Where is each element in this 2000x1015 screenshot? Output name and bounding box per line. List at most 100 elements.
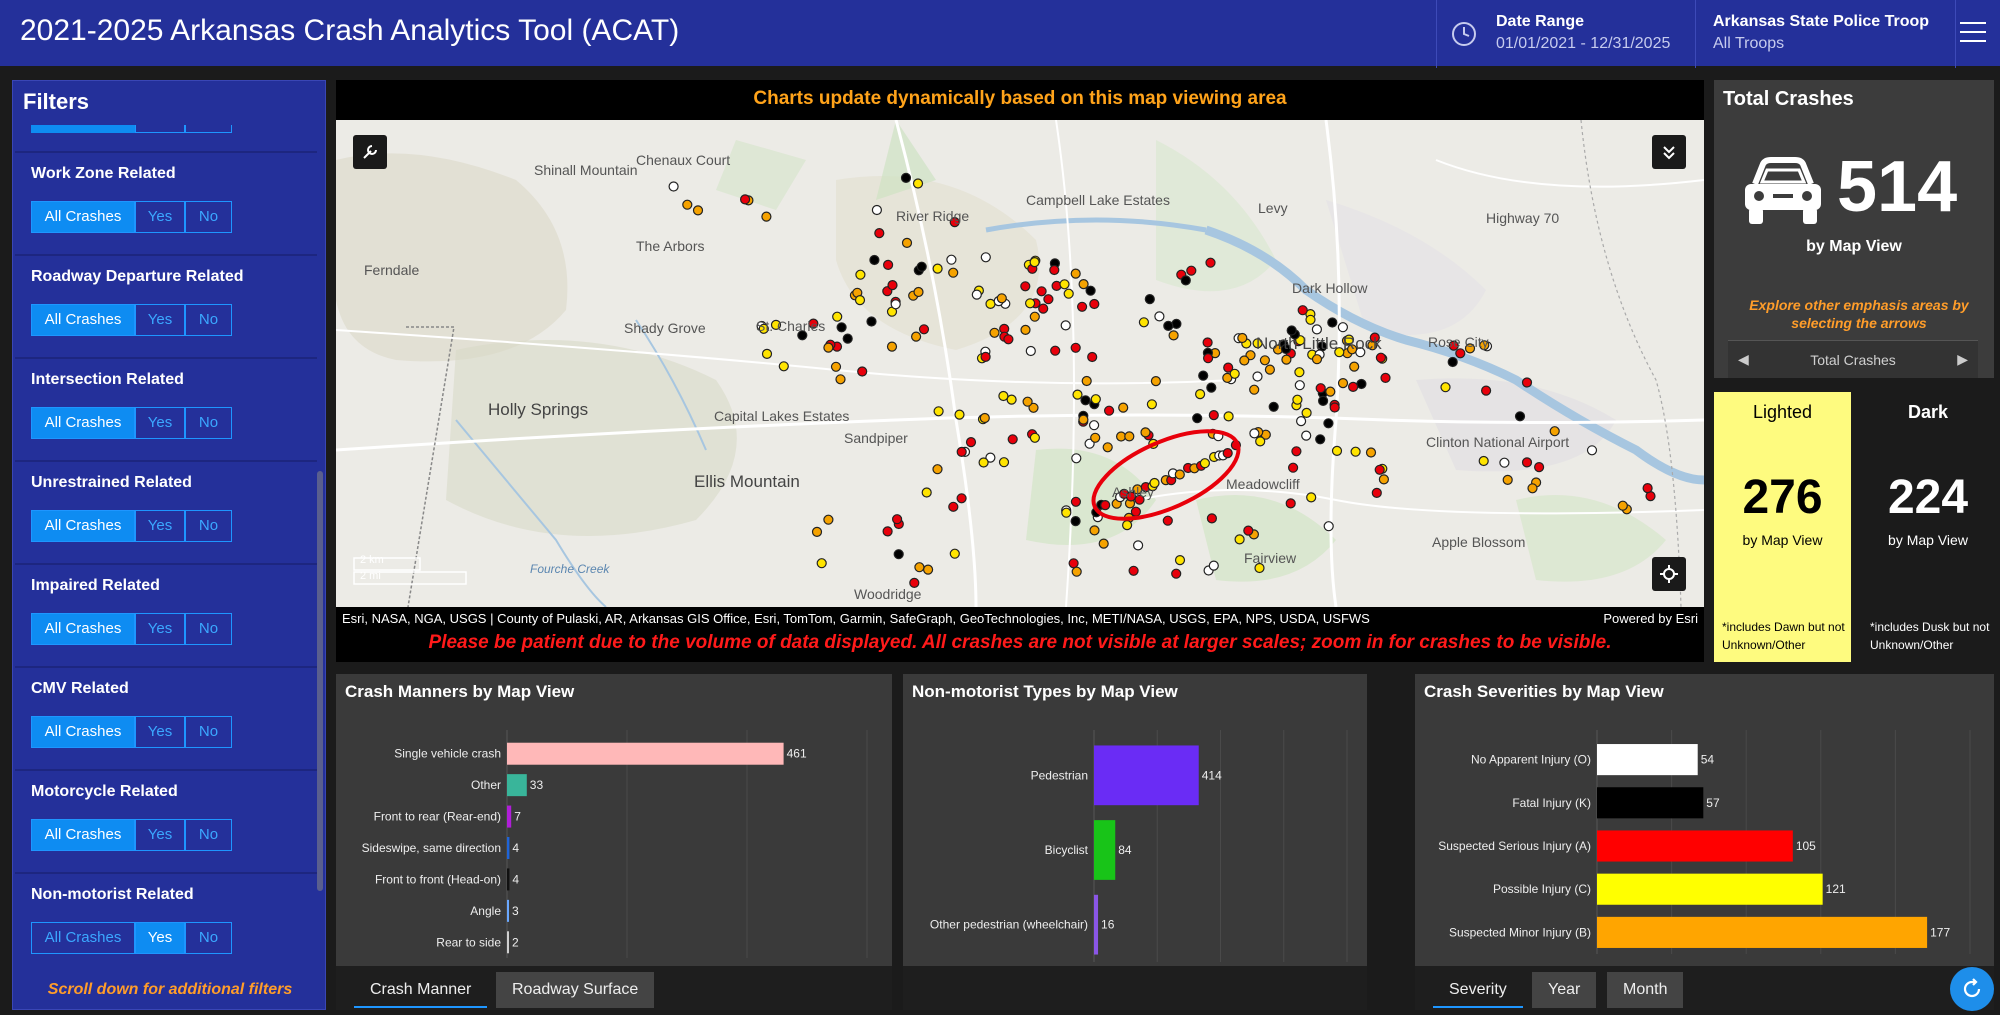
crash-point: [1301, 430, 1312, 441]
filter-option-all-crashes[interactable]: All Crashes: [31, 613, 135, 645]
troop-label: Arkansas State Police Troop: [1713, 13, 1930, 30]
filter-option-no[interactable]: No: [185, 922, 232, 954]
crash-point: [1317, 395, 1329, 406]
filter-option-yes[interactable]: Yes: [135, 922, 185, 954]
filter-option-yes[interactable]: Yes: [135, 407, 185, 439]
hamburger-menu-icon[interactable]: [1960, 22, 1986, 44]
filter-option-all-crashes[interactable]: All Crashes: [31, 922, 135, 954]
crash-point: [980, 351, 991, 362]
crash-point: [835, 374, 846, 385]
chart-tabbar: Severity Year Month: [1415, 966, 1994, 1010]
filter-option-all-crashes[interactable]: All Crashes: [31, 819, 135, 851]
value-label: 414: [1202, 768, 1222, 782]
filter-option-no[interactable]: No: [185, 407, 232, 439]
crash-point: [857, 366, 868, 377]
crash-point: [1374, 464, 1385, 475]
total-crashes-value: 514: [1837, 147, 1958, 227]
crash-point: [1202, 353, 1214, 364]
crash-point: [918, 324, 930, 335]
filter-option-no[interactable]: No: [185, 304, 232, 336]
crash-point: [1061, 507, 1072, 518]
total-crashes-title: Total Crashes: [1723, 88, 1854, 110]
map-panel: Charts update dynamically based on this …: [336, 80, 1704, 662]
map-tools-button[interactable]: [353, 135, 387, 169]
crash-point: [1222, 448, 1233, 459]
filter-option-no[interactable]: No: [185, 716, 232, 748]
value-label: 177: [1930, 925, 1950, 939]
category-label: Rear to side: [436, 935, 501, 949]
crash-point: [1068, 558, 1079, 569]
crash-point: [1249, 428, 1260, 439]
bar: [507, 868, 510, 891]
crash-map[interactable]: Shinall Mountain Chenaux Court River Rid…: [336, 120, 1704, 607]
tab-month[interactable]: Month: [1607, 972, 1684, 1008]
crash-point: [1315, 383, 1326, 394]
bar: [507, 742, 784, 765]
scroll-note: Scroll down for additional filters: [47, 981, 293, 998]
crash-point: [1174, 555, 1186, 566]
crash-point: [871, 204, 883, 216]
value-label: 54: [1701, 753, 1715, 767]
crash-point: [1350, 446, 1361, 457]
filter-option-yes[interactable]: Yes: [135, 510, 185, 542]
filter-option-all-crashes[interactable]: All Crashes: [31, 510, 135, 542]
refresh-button[interactable]: [1950, 967, 1994, 1011]
crash-point: [1186, 265, 1197, 276]
filter-segmented-control: All Crashes Yes No: [31, 613, 232, 645]
filter-option-no[interactable]: No: [185, 613, 232, 645]
crash-point: [1617, 500, 1628, 511]
filter-option-all-crashes[interactable]: All Crashes: [31, 304, 135, 336]
filter-label: Unrestrained Related: [31, 474, 192, 491]
filter-option-all-crashes[interactable]: All Crashes: [31, 201, 135, 233]
chevron-right-icon[interactable]: ▶: [1957, 351, 1968, 368]
filter-option-all-crashes[interactable]: All Crashes: [31, 716, 135, 748]
crash-point: [913, 286, 924, 298]
filter-option-no[interactable]: No: [185, 510, 232, 542]
chart-title: Non-motorist Types by Map View: [912, 682, 1178, 701]
value-label: 2: [512, 935, 519, 949]
filter-option-yes[interactable]: Yes: [135, 819, 185, 851]
crash-point: [1239, 355, 1250, 366]
crash-point: [998, 390, 1009, 402]
crash-point: [1499, 457, 1510, 468]
troop-value[interactable]: All Troops: [1713, 35, 1784, 53]
crash-point: [1088, 420, 1100, 431]
crash-point: [778, 361, 789, 372]
tab-crash-manner[interactable]: Crash Manner: [354, 972, 488, 1008]
tab-roadway-surface[interactable]: Roadway Surface: [496, 972, 655, 1008]
value-label: 7: [514, 810, 521, 824]
crash-point: [1455, 348, 1466, 359]
filter-option-no[interactable]: No: [185, 201, 232, 233]
crash-point: [954, 409, 965, 420]
crash-point: [823, 342, 834, 353]
filter-segmented-control: All Crashes Yes No: [31, 201, 232, 233]
crash-point: [1527, 483, 1538, 494]
filter-option-no[interactable]: No: [185, 819, 232, 851]
filter-option-yes[interactable]: Yes: [135, 716, 185, 748]
crash-point: [1063, 288, 1074, 299]
bar: [1597, 916, 1928, 948]
crash-point: [882, 259, 894, 270]
map-expand-button[interactable]: [1652, 135, 1686, 169]
tab-severity[interactable]: Severity: [1433, 972, 1523, 1008]
category-label: Suspected Serious Injury (A): [1438, 839, 1591, 853]
date-range-value[interactable]: 01/01/2021 - 12/31/2025: [1496, 35, 1670, 53]
crash-point: [1208, 560, 1219, 571]
filters-scrollbar[interactable]: [317, 471, 323, 891]
filters-scroll-area[interactable]: Work Zone Related All Crashes Yes No Roadway…: [15, 125, 317, 970]
tab-year[interactable]: Year: [1532, 972, 1597, 1008]
locate-button[interactable]: [1652, 557, 1686, 591]
filter-option-yes[interactable]: Yes: [135, 613, 185, 645]
header-divider: [1955, 0, 1956, 68]
crash-point: [1163, 320, 1174, 331]
filter-option-yes[interactable]: Yes: [135, 201, 185, 233]
filter-option-all-crashes[interactable]: All Crashes: [31, 407, 135, 439]
crash-point: [1050, 345, 1061, 356]
crash-point: [811, 526, 823, 537]
filter-option-yes[interactable]: Yes: [135, 304, 185, 336]
crash-point: [1146, 399, 1158, 410]
powered-by-esri[interactable]: Powered by Esri: [1603, 611, 1698, 626]
crash-point: [1090, 394, 1101, 405]
lighted-card: Lighted 276 by Map View *includes Dawn b…: [1714, 392, 1851, 662]
explore-note: Explore other emphasis areas by selectin…: [1749, 297, 1969, 331]
